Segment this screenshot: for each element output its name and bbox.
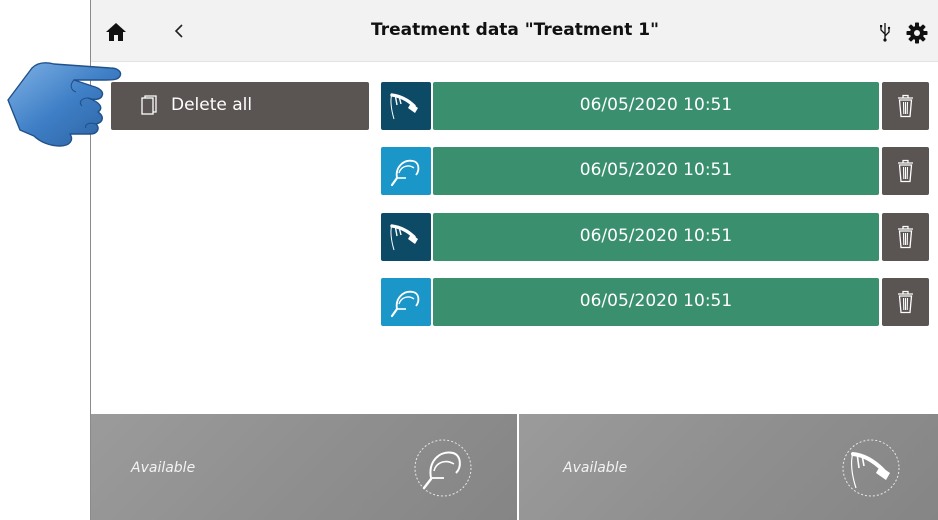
applicator-cup-button[interactable] (381, 278, 431, 326)
applicator-slot-left[interactable]: Available (91, 414, 517, 520)
trash-icon (898, 94, 913, 118)
record-open-button[interactable]: 06/05/2020 10:51 (433, 82, 879, 130)
slot-status-label: Available (131, 460, 196, 476)
trash-icon (898, 225, 913, 249)
treatment-record-row: 06/05/2020 10:51 (381, 82, 929, 130)
delete-record-button[interactable] (882, 278, 929, 326)
cup-applicator-icon (390, 290, 420, 318)
slot-status-label: Available (563, 460, 628, 476)
applicator-slot-right[interactable]: Available (519, 414, 938, 520)
record-open-button[interactable]: 06/05/2020 10:51 (433, 278, 879, 326)
record-open-button[interactable]: 06/05/2020 10:51 (433, 213, 879, 261)
record-datetime: 06/05/2020 10:51 (579, 160, 733, 180)
treatment-record-row: 06/05/2020 10:51 (381, 147, 929, 195)
treatment-data-screen: Treatment data "Treatment 1" Delete all … (90, 0, 938, 520)
record-datetime: 06/05/2020 10:51 (579, 291, 733, 311)
treatment-record-row: 06/05/2020 10:51 (381, 278, 929, 326)
trash-icon (898, 159, 913, 183)
trash-icon (898, 290, 913, 314)
cup-applicator-icon (390, 159, 420, 187)
delete-record-button[interactable] (882, 147, 929, 195)
handpiece-icon (842, 439, 900, 497)
handpiece-icon (390, 93, 418, 120)
applicator-handpiece-button[interactable] (381, 82, 431, 130)
handpiece-icon (390, 224, 418, 251)
record-datetime: 06/05/2020 10:51 (579, 226, 733, 246)
record-open-button[interactable]: 06/05/2020 10:51 (433, 147, 879, 195)
header-bar: Treatment data "Treatment 1" (91, 0, 938, 62)
treatment-record-row: 06/05/2020 10:51 (381, 213, 929, 261)
delete-record-button[interactable] (882, 213, 929, 261)
page-title: Treatment data "Treatment 1" (371, 20, 659, 40)
cup-applicator-icon (414, 439, 472, 497)
gear-icon[interactable] (906, 22, 928, 44)
delete-all-label: Delete all (171, 95, 253, 115)
pointing-hand-icon (7, 62, 122, 147)
delete-record-button[interactable] (882, 82, 929, 130)
applicator-cup-button[interactable] (381, 147, 431, 195)
record-datetime: 06/05/2020 10:51 (579, 95, 733, 115)
usb-icon (880, 23, 891, 42)
applicator-handpiece-button[interactable] (381, 213, 431, 261)
